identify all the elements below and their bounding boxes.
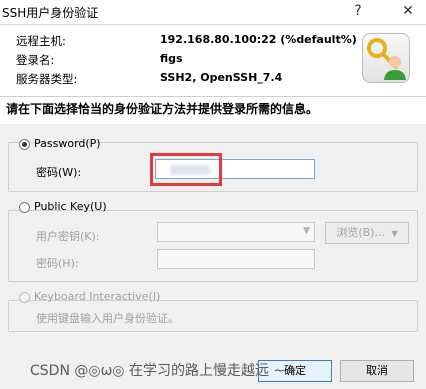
remote-host-value: 192.168.80.100:22 (%default%) — [160, 33, 357, 46]
passphrase-input[interactable] — [157, 249, 315, 269]
password-radio[interactable] — [19, 139, 30, 150]
public-key-radio[interactable] — [19, 202, 30, 213]
highlight-box — [150, 153, 222, 186]
close-button[interactable]: ✕ — [398, 2, 418, 20]
window-titlebar: SSH用户身份验证 ? ✕ — [0, 0, 426, 25]
user-key-select[interactable]: ▼ — [157, 222, 315, 242]
password-radio-label: Password(P) — [34, 137, 101, 150]
server-type-value: SSH2, OpenSSH_7.4 — [160, 71, 283, 84]
server-type-label: 服务器类型: — [16, 72, 78, 86]
login-name-label: 登录名: — [16, 53, 55, 67]
password-field-label: 密码(W): — [36, 166, 82, 179]
user-key-label: 用户密钥(K): — [36, 230, 100, 243]
instruction-text: 请在下面选择恰当的身份验证方法并提供登录所需的信息。 — [6, 102, 319, 116]
login-name-value: figs — [160, 52, 183, 65]
passphrase-label: 密码(H): — [36, 257, 79, 270]
csdn-watermark: CSDN @◎ω◎ 在学习的路上慢走越远 ~~ — [30, 363, 297, 379]
public-key-group — [8, 210, 418, 282]
window-title: SSH用户身份验证 — [2, 6, 99, 20]
browse-button[interactable]: 浏览(B)... ▼ — [325, 222, 409, 244]
dropdown-arrow-icon: ▼ — [391, 229, 398, 238]
keyboard-interactive-description: 使用键盘输入用户身份验证。 — [36, 312, 179, 325]
keyboard-interactive-label: Keyboard Interactive(I) — [34, 290, 161, 303]
keys-user-icon — [362, 33, 410, 83]
remote-host-label: 远程主机: — [16, 34, 66, 48]
cancel-button[interactable]: 取消 — [340, 360, 414, 382]
public-key-radio-label: Public Key(U) — [34, 200, 107, 213]
divider — [0, 96, 426, 97]
auth-options-panel: Password(P) 密码(W): Public Key(U) 用户密钥(K)… — [0, 124, 426, 389]
chevron-down-icon: ▼ — [303, 226, 310, 236]
help-button[interactable]: ? — [348, 2, 368, 20]
keyboard-interactive-radio[interactable] — [19, 292, 30, 303]
